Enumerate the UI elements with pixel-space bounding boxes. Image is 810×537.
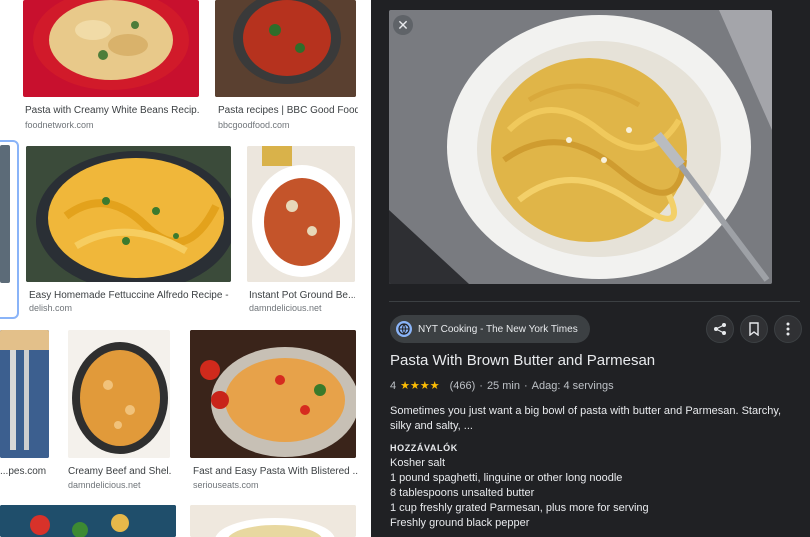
hero-image[interactable] <box>389 10 772 284</box>
result-image-instant-pot[interactable] <box>247 146 355 282</box>
result-source: foodnetwork.com <box>25 120 94 130</box>
ingredient-item: Freshly ground black pepper <box>390 517 530 529</box>
more-vert-icon <box>786 322 790 336</box>
ingredient-item: Kosher salt <box>390 457 446 469</box>
ingredient-item: 1 pound spaghetti, linguine or other lon… <box>390 472 623 484</box>
recipe-meta: 4 ★★★★ (466) · 25 min · Adag: 4 servings <box>390 379 614 393</box>
result-image-row4-b[interactable] <box>190 505 356 537</box>
result-image-blistered[interactable] <box>190 330 356 458</box>
result-image-white-beans[interactable] <box>23 0 199 97</box>
result-image-fettuccine[interactable] <box>26 146 231 282</box>
ingredients-list: Kosher salt 1 pound spaghetti, linguine … <box>390 456 649 531</box>
ingredients-heading: HOZZÁVALÓK <box>390 443 458 453</box>
result-source: damndelicious.net <box>249 303 322 313</box>
result-source: damndelicious.net <box>68 480 141 490</box>
recipe-description: Sometimes you just want a big bowl of pa… <box>390 405 782 432</box>
bookmark-icon <box>749 322 759 336</box>
more-options-button[interactable] <box>774 315 802 343</box>
recipe-title[interactable]: Pasta With Brown Butter and Parmesan <box>390 352 655 369</box>
result-source: seriouseats.com <box>193 480 259 490</box>
result-caption[interactable]: Fast and Easy Pasta With Blistered ... <box>193 466 358 477</box>
divider <box>389 301 800 302</box>
image-detail-panel: ✕ NYT Cooking - The New York Times Pasta… <box>371 0 810 537</box>
result-caption[interactable]: Pasta recipes | BBC Good Food <box>218 105 358 116</box>
separator: · <box>479 379 483 392</box>
result-source: delish.com <box>29 303 73 313</box>
result-caption[interactable]: Instant Pot Ground Be... <box>249 290 355 301</box>
result-caption[interactable]: ...pes.com <box>0 466 48 477</box>
share-icon <box>714 323 726 335</box>
globe-icon <box>396 321 412 337</box>
result-image-pes[interactable] <box>0 330 49 458</box>
result-image-beef-shells[interactable] <box>68 330 170 458</box>
separator: · <box>523 379 528 392</box>
source-chip-label: NYT Cooking - The New York Times <box>418 323 578 335</box>
ingredient-item: 8 tablespoons unsalted butter <box>390 487 535 499</box>
result-image-row4-a[interactable] <box>0 505 176 537</box>
rating-stars: ★★★★ <box>400 380 440 392</box>
servings: Adag: 4 servings <box>531 379 614 392</box>
result-image-bbc[interactable] <box>215 0 356 97</box>
ingredient-item: 1 cup freshly grated Parmesan, plus more… <box>390 502 649 514</box>
close-glyph: ✕ <box>397 17 409 33</box>
review-count: (466) <box>449 379 476 392</box>
result-caption[interactable]: Creamy Beef and Shel... <box>68 466 171 477</box>
result-caption[interactable]: Easy Homemade Fettuccine Alfredo Recipe … <box>29 290 229 301</box>
close-icon[interactable]: ✕ <box>393 15 413 35</box>
selected-result-image[interactable] <box>0 145 10 283</box>
save-button[interactable] <box>740 315 768 343</box>
result-caption[interactable]: Pasta with Creamy White Beans Recip... <box>25 105 200 116</box>
cook-time: 25 min <box>486 379 520 392</box>
result-source: bbcgoodfood.com <box>218 120 290 130</box>
share-button[interactable] <box>706 315 734 343</box>
rating-value: 4 <box>390 379 397 392</box>
image-results-grid: Pasta with Creamy White Beans Recip... f… <box>0 0 371 537</box>
source-chip[interactable]: NYT Cooking - The New York Times <box>390 315 590 343</box>
